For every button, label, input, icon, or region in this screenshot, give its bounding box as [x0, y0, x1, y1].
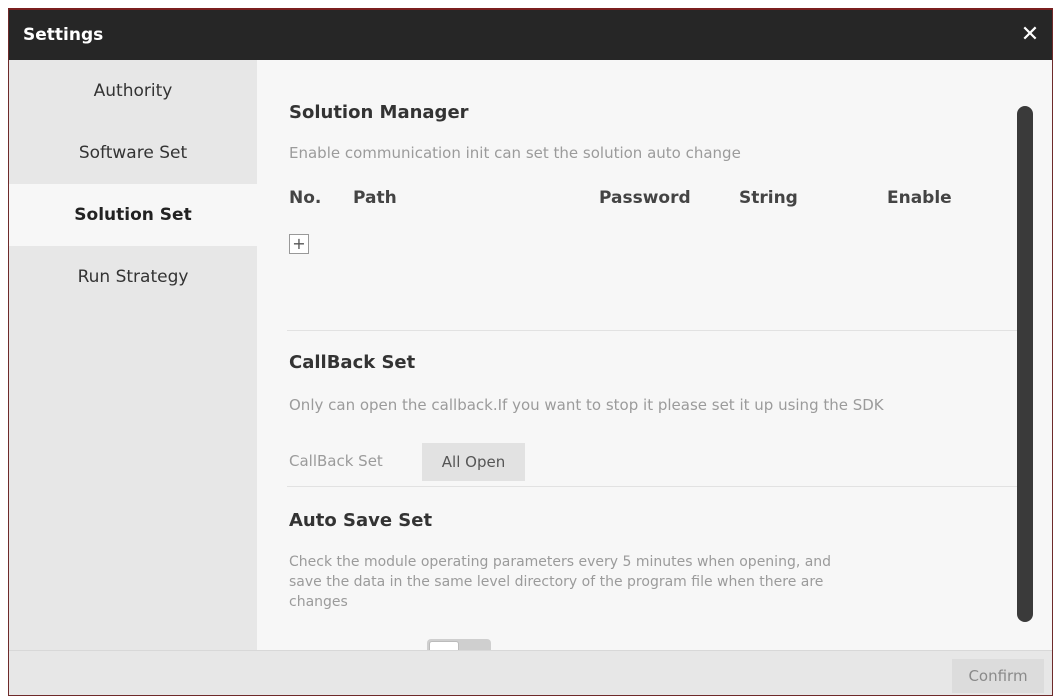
sidebar-item-solution-set[interactable]: Solution Set: [9, 184, 257, 246]
title-bar: Settings ✕: [9, 10, 1052, 60]
column-header-password: Password: [599, 188, 691, 208]
section-divider: [287, 486, 1017, 487]
sidebar-item-label: Solution Set: [74, 205, 192, 225]
sidebar-item-run-strategy[interactable]: Run Strategy: [9, 246, 257, 308]
sidebar-item-label: Software Set: [78, 143, 188, 163]
column-header-string: String: [739, 188, 798, 208]
confirm-button[interactable]: Confirm: [952, 659, 1044, 693]
auto-save-set-title: Auto Save Set: [289, 510, 433, 531]
sidebar: Authority Software Set Solution Set Run …: [9, 60, 257, 650]
column-header-path: Path: [353, 188, 397, 208]
dialog-footer: Confirm: [9, 650, 1052, 695]
auto-save-toggle[interactable]: [427, 639, 491, 650]
close-icon[interactable]: ✕: [1016, 21, 1044, 49]
callback-set-description: Only can open the callback.If you want t…: [289, 396, 884, 414]
plus-icon: +: [292, 234, 306, 253]
callback-set-label: CallBack Set: [289, 452, 383, 470]
add-solution-button[interactable]: +: [289, 234, 309, 254]
settings-dialog: Settings ✕ Authority Software Set Soluti…: [8, 8, 1053, 696]
settings-content: Solution Manager Enable communication in…: [257, 60, 1052, 650]
auto-save-description-line-1: Check the module operating parameters ev…: [289, 554, 832, 570]
section-divider: [287, 330, 1017, 331]
all-open-button[interactable]: All Open: [422, 443, 525, 481]
solution-manager-title: Solution Manager: [289, 102, 469, 123]
auto-save-description-line-2: save the data in the same level director…: [289, 574, 824, 590]
solution-manager-description: Enable communication init can set the so…: [289, 144, 741, 162]
callback-set-title: CallBack Set: [289, 352, 416, 373]
sidebar-item-label: Run Strategy: [77, 267, 189, 287]
vertical-scrollbar[interactable]: [1017, 106, 1033, 622]
column-header-no: No.: [289, 188, 322, 208]
sidebar-item-authority[interactable]: Authority: [9, 60, 257, 122]
auto-save-description-line-3: changes: [289, 594, 348, 610]
toggle-knob: [429, 641, 459, 650]
dialog-title: Settings: [23, 25, 104, 45]
sidebar-item-software-set[interactable]: Software Set: [9, 122, 257, 184]
column-header-enable: Enable: [887, 188, 952, 208]
sidebar-item-label: Authority: [93, 81, 173, 101]
